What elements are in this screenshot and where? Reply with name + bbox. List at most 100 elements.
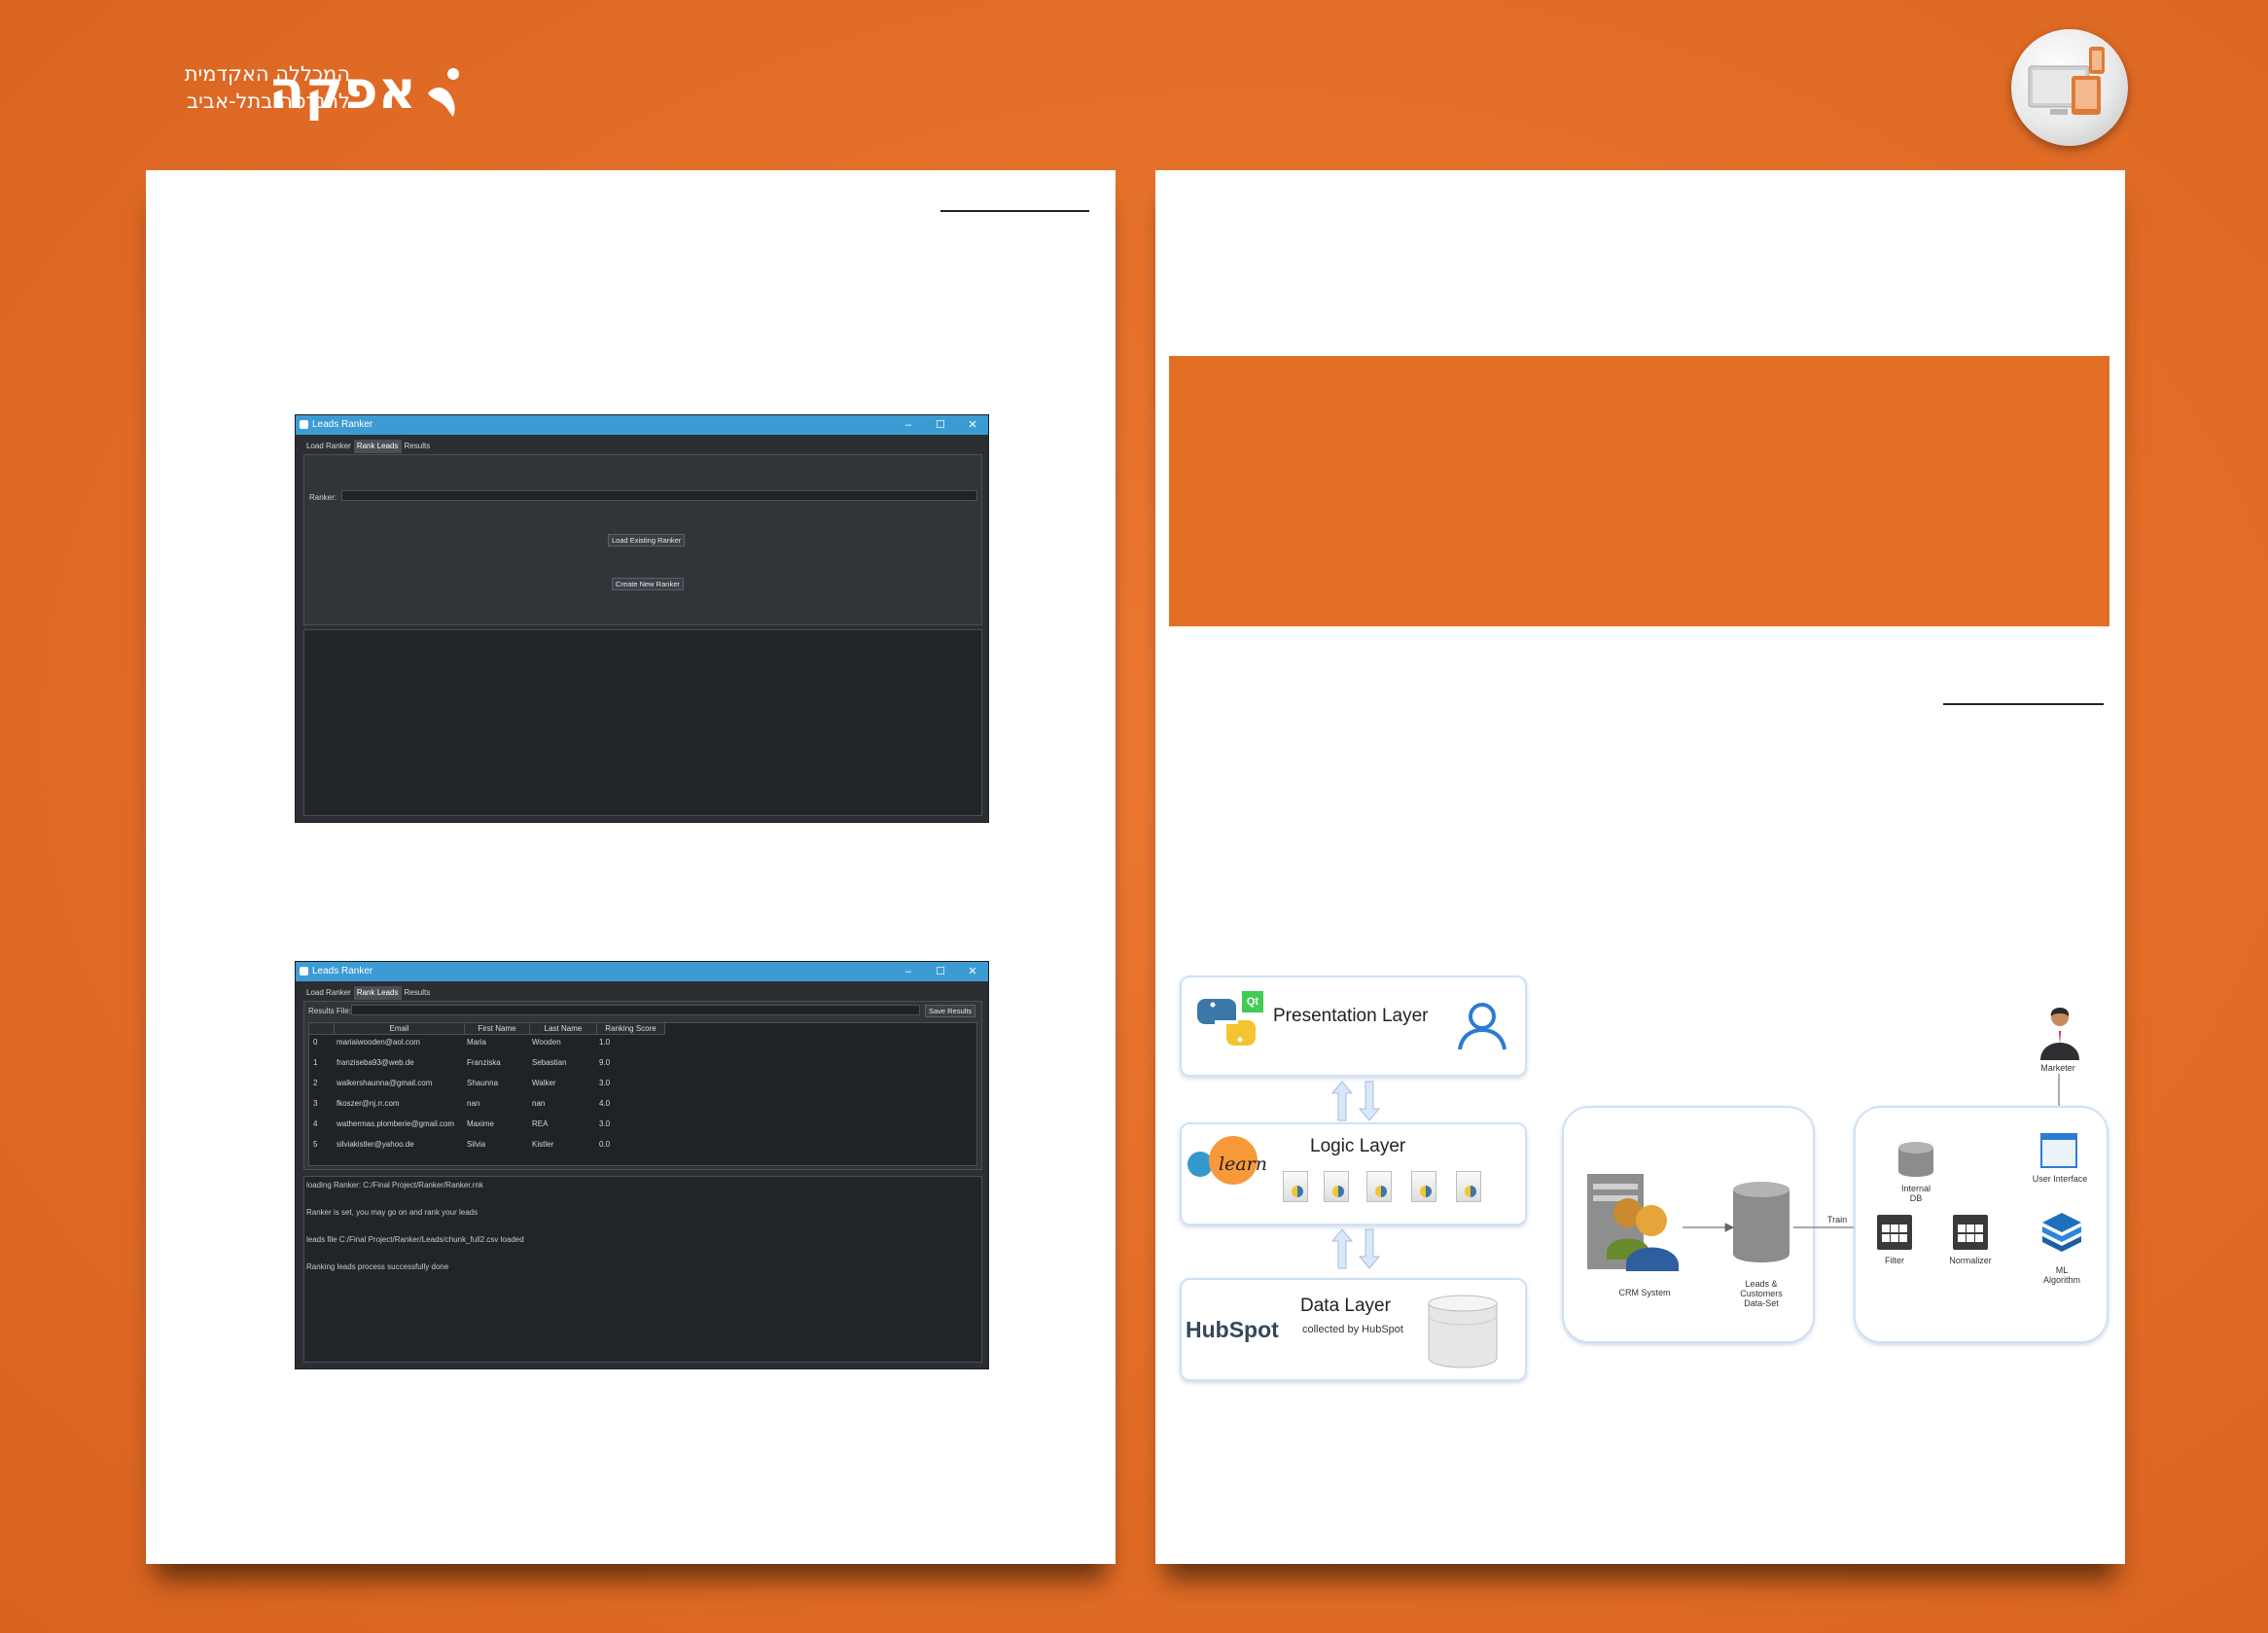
table-row[interactable]: 2 walkershaunna@gmail.com Shaunna Walker… <box>309 1077 976 1090</box>
cell-last-name: Walker <box>532 1079 556 1087</box>
college-brand: אפקה <box>268 59 416 121</box>
cell-ranking-score: 3.0 <box>599 1119 611 1128</box>
save-results-button[interactable]: Save Results <box>925 1005 976 1017</box>
internal-db-label-line2: DB <box>1909 1193 1923 1203</box>
table-row[interactable]: 5 silviakistler@yahoo.de Silvia Kistler … <box>309 1138 976 1152</box>
table-row[interactable]: 0 mariaiwooden@aol.com Maria Wooden 1.0 <box>309 1036 976 1049</box>
maximize-icon[interactable]: ☐ <box>925 417 956 433</box>
table-header: Email First Name Last Name Ranking Score <box>309 1023 976 1035</box>
cell-email: wathermas.plomberie@gmail.com <box>337 1119 455 1128</box>
sklearn-logo-text: learn <box>1219 1154 1267 1175</box>
user-interface-label: User Interface <box>2032 1174 2088 1184</box>
train-label: Train <box>1826 1215 1848 1225</box>
normalizer-label: Normalizer <box>1949 1256 1992 1265</box>
ranker-label: Ranker: <box>309 493 337 502</box>
log-line: loading Ranker: C:/Final Project/Ranker/… <box>306 1181 483 1189</box>
cell-last-name: Kistler <box>532 1140 554 1149</box>
cell-first-name: nan <box>467 1099 480 1108</box>
marketer-label: Marketer <box>2040 1063 2075 1073</box>
database-icon <box>1428 1295 1498 1368</box>
load-ranker-panel: Ranker: Load Existing Ranker Create New … <box>303 454 982 625</box>
table-row[interactable]: 1 franziseba93@web.de Franziska Sebastia… <box>309 1056 976 1070</box>
ml-algorithm-label-line1: ML <box>2055 1265 2069 1275</box>
cell-first-name: Shaunna <box>467 1079 499 1087</box>
row-index: 0 <box>313 1038 318 1047</box>
results-file-input[interactable] <box>351 1005 920 1015</box>
leads-table: Email First Name Last Name Ranking Score… <box>308 1022 977 1166</box>
log-line: leads file C:/Final Project/Ranker/Leads… <box>306 1235 524 1244</box>
cell-first-name: Maria <box>467 1038 487 1047</box>
devices-icon <box>2011 29 2128 146</box>
cell-email: fkoszer@nj.rr.com <box>337 1099 400 1108</box>
tab-results[interactable]: Results <box>401 440 434 453</box>
tab-results[interactable]: Results <box>401 986 434 1000</box>
column-header-email[interactable]: Email <box>335 1023 465 1035</box>
section-underline <box>940 210 1089 212</box>
qt-logo-icon: Qt <box>1242 991 1263 1012</box>
cell-email: mariaiwooden@aol.com <box>337 1038 420 1047</box>
log-line: Ranking leads process successfully done <box>306 1262 449 1271</box>
cell-ranking-score: 9.0 <box>599 1058 611 1067</box>
row-index: 3 <box>313 1099 318 1108</box>
minimize-icon[interactable]: – <box>893 964 924 979</box>
tab-bar: Load Ranker Rank Leads Results <box>303 440 434 453</box>
tab-rank-leads[interactable]: Rank Leads <box>353 440 402 453</box>
cell-first-name: Franziska <box>467 1058 501 1067</box>
window-titlebar[interactable]: Leads Ranker – ☐ ✕ <box>296 962 988 981</box>
python-file-icon <box>1283 1171 1308 1202</box>
row-index: 1 <box>313 1058 318 1067</box>
log-line: Ranker is set, you may go on and rank yo… <box>306 1208 478 1217</box>
close-icon[interactable]: ✕ <box>957 964 988 979</box>
ranker-input[interactable] <box>341 490 977 501</box>
close-icon[interactable]: ✕ <box>957 417 988 433</box>
cell-last-name: REA <box>532 1119 549 1128</box>
marketer-icon <box>2040 1008 2079 1060</box>
cell-ranking-score: 1.0 <box>599 1038 611 1047</box>
presentation-layer-box: Qt Presentation Layer <box>1180 976 1527 1077</box>
column-header-last-name[interactable]: Last Name <box>530 1023 597 1035</box>
data-layer-subtitle: collected by HubSpot <box>1302 1324 1403 1335</box>
create-new-ranker-button[interactable]: Create New Ranker <box>612 578 684 590</box>
python-file-icon <box>1456 1171 1481 1202</box>
table-row[interactable]: 3 fkoszer@nj.rr.com nan nan 4.0 <box>309 1097 976 1111</box>
tab-load-ranker[interactable]: Load Ranker <box>303 440 354 453</box>
leads-ranker-window-load: Leads Ranker – ☐ ✕ Load Ranker Rank Lead… <box>295 414 989 823</box>
window-titlebar[interactable]: Leads Ranker – ☐ ✕ <box>296 415 988 435</box>
user-interface-icon <box>2040 1133 2077 1168</box>
leads-ranker-window-results: Leads Ranker – ☐ ✕ Load Ranker Rank Lead… <box>295 961 989 1369</box>
data-layer-box: HubSpot Data Layer collected by HubSpot <box>1180 1278 1527 1381</box>
tab-load-ranker[interactable]: Load Ranker <box>303 986 354 1000</box>
cell-first-name: Maxime <box>467 1119 495 1128</box>
logic-layer-title: Logic Layer <box>1310 1136 1406 1156</box>
ml-algorithm-label-line2: Algorithm <box>2042 1275 2080 1285</box>
cell-first-name: Silvia <box>467 1140 486 1149</box>
cell-ranking-score: 4.0 <box>599 1099 611 1108</box>
college-mark-icon <box>428 68 459 117</box>
tab-bar: Load Ranker Rank Leads Results <box>303 986 434 1000</box>
cell-ranking-score: 3.0 <box>599 1079 611 1087</box>
user-icon <box>1458 1003 1506 1050</box>
filter-icon <box>1877 1215 1912 1250</box>
load-existing-ranker-button[interactable]: Load Existing Ranker <box>608 534 686 547</box>
bidirectional-arrow-icon <box>1330 1081 1381 1121</box>
row-index: 2 <box>313 1079 318 1087</box>
cell-ranking-score: 0.0 <box>599 1140 611 1149</box>
column-header-first-name[interactable]: First Name <box>465 1023 530 1035</box>
college-logo: המכללה האקדמית להנדסה בתל-אביב אפקה <box>136 56 467 128</box>
cell-email: walkershaunna@gmail.com <box>337 1079 433 1087</box>
maximize-icon[interactable]: ☐ <box>925 964 956 979</box>
index-header <box>309 1023 335 1035</box>
normalizer-icon <box>1953 1215 1988 1250</box>
table-row[interactable]: 4 wathermas.plomberie@gmail.com Maxime R… <box>309 1118 976 1131</box>
cell-last-name: Wooden <box>532 1038 561 1047</box>
column-header-ranking-score[interactable]: Ranking Score <box>597 1023 665 1035</box>
filter-label: Filter <box>1885 1256 1904 1265</box>
cell-email: franziseba93@web.de <box>337 1058 414 1067</box>
minimize-icon[interactable]: – <box>893 417 924 433</box>
bidirectional-arrow-icon <box>1330 1228 1381 1269</box>
presentation-layer-title: Presentation Layer <box>1273 1006 1429 1026</box>
tab-rank-leads[interactable]: Rank Leads <box>353 986 402 1000</box>
highlight-banner <box>1169 356 2109 626</box>
app-icon <box>300 420 308 429</box>
results-file-label: Results File: <box>308 1007 352 1015</box>
